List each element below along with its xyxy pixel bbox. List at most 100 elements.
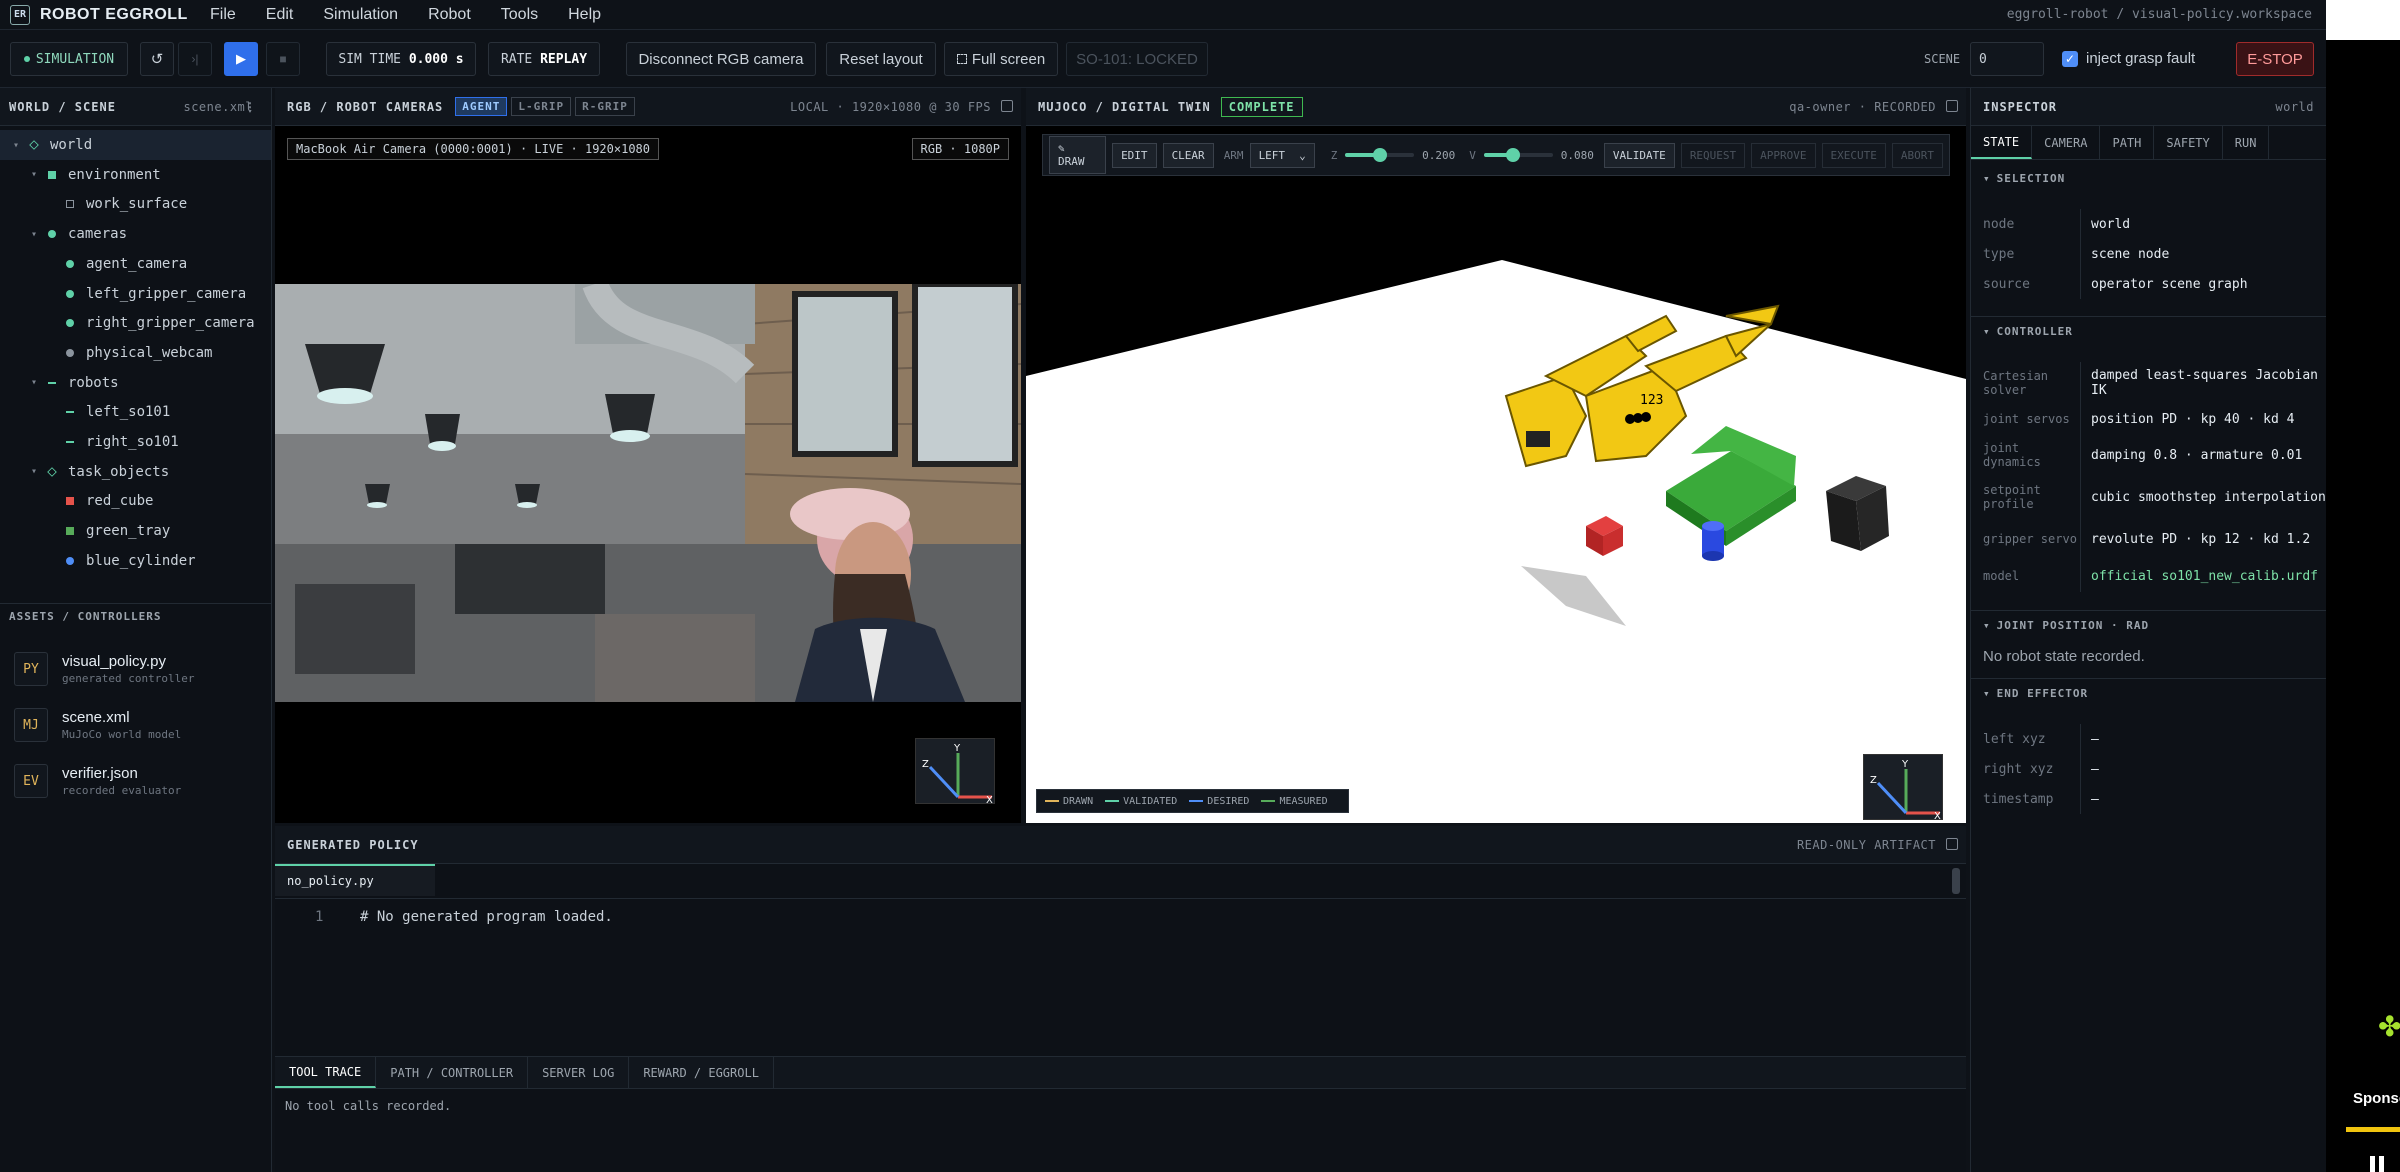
play-button[interactable]: ▶	[224, 42, 258, 76]
expand-icon[interactable]	[1001, 100, 1013, 112]
tab-agent-camera[interactable]: AGENT	[455, 97, 508, 116]
path-legend: DRAWN VALIDATED DESIRED MEASURED	[1036, 789, 1349, 813]
tree-item-right-so101[interactable]: right_so101	[0, 427, 271, 457]
reset-sim-button[interactable]: ↺	[140, 42, 174, 76]
tree-item-left-gripper-camera[interactable]: left_gripper_camera	[0, 279, 271, 309]
tab-reward-eggroll[interactable]: REWARD / EGGROLL	[629, 1057, 774, 1088]
menu-help[interactable]: Help	[568, 6, 601, 24]
sim-time-value: 0.000 s	[408, 51, 464, 67]
chevron-down-icon[interactable]: ▾	[28, 466, 40, 477]
abort-button[interactable]: ABORT	[1891, 142, 1944, 168]
selection-section-header[interactable]: ▾ SELECTION	[1971, 163, 2327, 193]
expand-icon[interactable]	[1946, 100, 1958, 112]
assets-header: ASSETS / CONTROLLERS	[9, 610, 162, 623]
tree-item-blue-cylinder[interactable]: blue_cylinder	[0, 546, 271, 576]
asset-scene-xml[interactable]: MJ scene.xml MuJoCo world model	[14, 703, 264, 747]
tree-item-robots[interactable]: ▾ robots	[0, 368, 271, 398]
edit-button[interactable]: EDIT	[1112, 142, 1157, 168]
tab-camera[interactable]: CAMERA	[2032, 126, 2101, 159]
menu-simulation[interactable]: Simulation	[323, 6, 398, 24]
file-tab-no-policy[interactable]: no_policy.py	[275, 864, 435, 896]
tab-server-log[interactable]: SERVER LOG	[528, 1057, 630, 1088]
pause-icon[interactable]	[2370, 1150, 2388, 1172]
tab-run[interactable]: RUN	[2223, 126, 2270, 159]
more-options-icon[interactable]: ⋮	[244, 100, 257, 114]
menu-edit[interactable]: Edit	[266, 6, 294, 24]
tree-item-label: world	[50, 137, 93, 153]
validate-button[interactable]: VALIDATE	[1603, 142, 1675, 168]
circle-icon	[66, 556, 74, 565]
rate-readout[interactable]: RATE REPLAY	[488, 42, 600, 76]
code-editor[interactable]: 1 # No generated program loaded.	[275, 898, 1966, 1056]
svg-text:Z: Z	[1870, 775, 1877, 786]
kv-value: —	[2091, 731, 2099, 747]
stop-button[interactable]: ■	[266, 42, 300, 76]
editor-scrollbar[interactable]	[1952, 868, 1960, 894]
draw-button[interactable]: ✎ DRAW	[1049, 136, 1107, 174]
square-icon	[66, 527, 74, 536]
disconnect-camera-button[interactable]: Disconnect RGB camera	[626, 42, 816, 76]
asset-visual-policy[interactable]: PY visual_policy.py generated controller	[14, 647, 264, 691]
tab-left-grip-camera[interactable]: L-GRIP	[511, 97, 572, 116]
tree-item-task-objects[interactable]: ▾ task_objects	[0, 457, 271, 487]
tree-item-work-surface[interactable]: work_surface	[0, 189, 271, 219]
request-button[interactable]: REQUEST	[1680, 142, 1746, 168]
inject-fault-checkbox[interactable]: ✓ inject grasp fault	[2062, 50, 2195, 67]
full-screen-button[interactable]: Full screen	[944, 42, 1058, 76]
reset-layout-button[interactable]: Reset layout	[826, 42, 936, 76]
menu-tools[interactable]: Tools	[501, 6, 538, 24]
digital-twin-panel: MUJOCO / DIGITAL TWIN COMPLETE qa-owner …	[1026, 88, 1966, 823]
controller-section-header[interactable]: ▾ CONTROLLER	[1971, 316, 2327, 346]
tab-path-controller[interactable]: PATH / CONTROLLER	[376, 1057, 529, 1088]
approve-button[interactable]: APPROVE	[1751, 142, 1816, 168]
chevron-down-icon[interactable]: ▾	[28, 229, 40, 240]
camera-title: RGB / ROBOT CAMERAS	[287, 99, 444, 114]
tree-item-environment[interactable]: ▾ environment	[0, 160, 271, 190]
tree-item-red-cube[interactable]: red_cube	[0, 486, 271, 516]
tree-item-agent-camera[interactable]: agent_camera	[0, 249, 271, 279]
tab-tool-trace[interactable]: TOOL TRACE	[275, 1057, 377, 1088]
twin-viewport[interactable]: 123 ✎ DRAW EDIT CLEAR ARM LEFT ⌄ Z 0.200…	[1026, 126, 1966, 823]
tree-item-world[interactable]: ▾ world	[0, 130, 271, 160]
tree-item-green-tray[interactable]: green_tray	[0, 516, 271, 546]
tree-item-physical-webcam[interactable]: physical_webcam	[0, 338, 271, 368]
diamond-icon	[29, 140, 39, 150]
step-button[interactable]: ›|	[178, 42, 212, 76]
sim-time-label: SIM TIME	[338, 51, 401, 67]
tree-item-cameras[interactable]: ▾ cameras	[0, 219, 271, 249]
play-icon: ▶	[236, 51, 246, 66]
chevron-down-icon: ▾	[1983, 325, 1991, 338]
reset-icon: ↺	[150, 51, 164, 68]
chevron-down-icon: ▾	[1983, 619, 1991, 632]
sponsor-label: Sponso	[2353, 1090, 2400, 1107]
scene-input[interactable]: 0	[1970, 42, 2044, 76]
z-slider[interactable]	[1345, 148, 1415, 162]
v-slider[interactable]	[1483, 148, 1553, 162]
menu-file[interactable]: File	[210, 6, 236, 24]
tab-state[interactable]: STATE	[1971, 126, 2033, 159]
mode-toggle[interactable]: SIMULATION	[10, 42, 128, 76]
tab-right-grip-camera[interactable]: R-GRIP	[575, 97, 635, 116]
expand-icon[interactable]	[1946, 838, 1958, 850]
mujoco-file-icon: MJ	[14, 708, 48, 742]
menu-robot[interactable]: Robot	[428, 6, 471, 24]
chevron-down-icon[interactable]: ▾	[28, 169, 40, 180]
clear-button[interactable]: CLEAR	[1162, 142, 1214, 168]
kv-key: gripper servo	[1971, 518, 2081, 560]
joint-section-header[interactable]: ▾ JOINT POSITION · RAD	[1971, 610, 2327, 640]
tab-path[interactable]: PATH	[2100, 126, 2155, 159]
robot-lock-status: SO-101: LOCKED	[1066, 42, 1208, 76]
arm-select[interactable]: LEFT ⌄	[1249, 142, 1315, 168]
asset-verifier[interactable]: EV verifier.json recorded evaluator	[14, 759, 264, 803]
end-effector-section-header[interactable]: ▾ END EFFECTOR	[1971, 678, 2327, 708]
kv-row: setpoint profile cubic smoothstep interpo…	[1971, 476, 2327, 518]
tab-safety[interactable]: SAFETY	[2154, 126, 2223, 159]
tree-item-label: task_objects	[68, 463, 170, 480]
chevron-down-icon[interactable]: ▾	[28, 377, 40, 388]
world-scene-panel: WORLD / SCENE scene.xml ⋮ ▾ world ▾ environ…	[0, 88, 272, 1172]
tree-item-left-so101[interactable]: left_so101	[0, 397, 271, 427]
execute-button[interactable]: EXECUTE	[1821, 142, 1886, 168]
chevron-down-icon[interactable]: ▾	[10, 140, 22, 151]
estop-button[interactable]: E-STOP	[2236, 42, 2314, 76]
tree-item-right-gripper-camera[interactable]: right_gripper_camera	[0, 308, 271, 338]
